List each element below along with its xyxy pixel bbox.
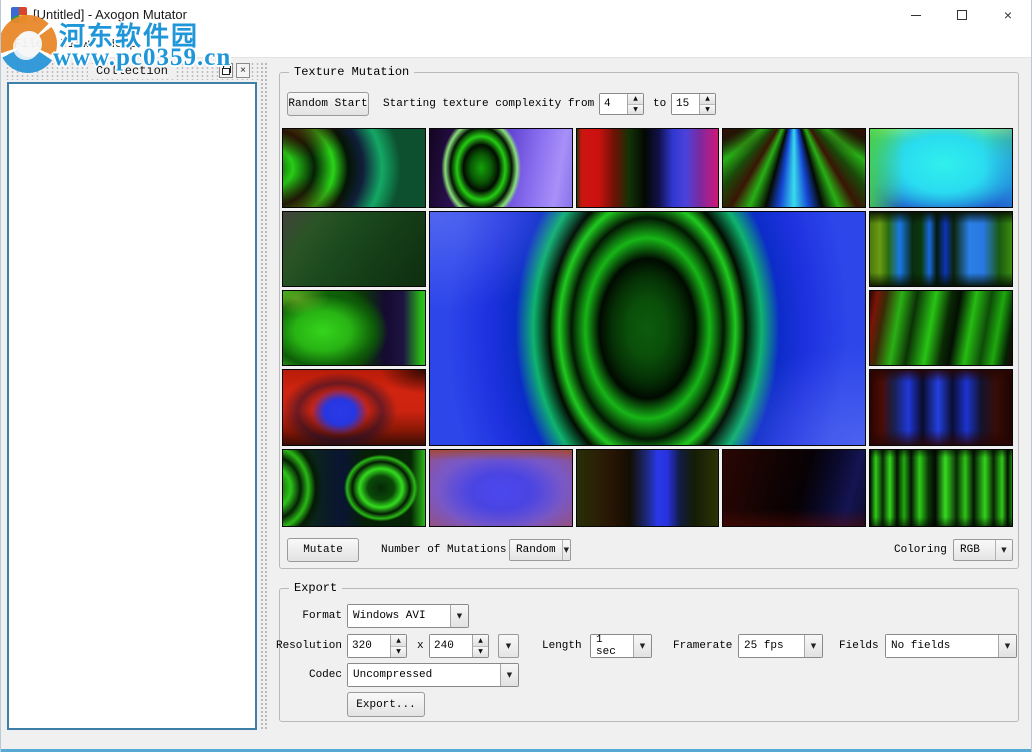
complexity-from-input[interactable]: [600, 94, 627, 114]
close-button[interactable]: ×: [985, 0, 1031, 30]
mutations-label: Number of Mutations: [381, 544, 506, 556]
spin-up-icon[interactable]: ▲: [628, 94, 643, 104]
texture-grid: [282, 128, 1013, 527]
minimize-button[interactable]: [893, 0, 939, 30]
collection-list[interactable]: [7, 82, 257, 730]
minimize-icon: [911, 15, 921, 16]
dropdown-icon: ▼: [562, 540, 570, 560]
float-icon: [222, 66, 231, 75]
complexity-to-input[interactable]: [672, 94, 699, 114]
codec-label: Codec: [272, 669, 342, 681]
texture-tile-bottom-2[interactable]: [429, 449, 573, 527]
texture-tile-center[interactable]: [429, 211, 866, 446]
resolution-width-spinbox[interactable]: ▲▼: [347, 634, 407, 658]
complexity-label: Starting texture complexity from: [383, 98, 594, 110]
menu-file[interactable]: File: [5, 37, 52, 51]
texture-tile-right-2[interactable]: [869, 290, 1013, 366]
app-icon: [11, 7, 27, 23]
texture-tile-top-1[interactable]: [282, 128, 426, 208]
dropdown-icon: ▼: [995, 540, 1012, 560]
dock-splitter[interactable]: [260, 62, 267, 731]
texture-tile-bottom-3[interactable]: [576, 449, 720, 527]
dock-float-button[interactable]: [219, 63, 233, 78]
maximize-button[interactable]: [939, 0, 985, 30]
fields-label: Fields: [839, 640, 879, 652]
dropdown-icon: ▼: [998, 635, 1016, 657]
spin-down-icon[interactable]: ▼: [391, 646, 406, 658]
spin-down-icon[interactable]: ▼: [473, 646, 488, 658]
mutations-value: Random: [510, 540, 562, 560]
framerate-combobox[interactable]: 25 fps ▼: [738, 634, 823, 658]
texture-tile-bottom-4[interactable]: [722, 449, 866, 527]
app-window: [Untitled] - Axogon Mutator × File View …: [0, 0, 1032, 752]
window-title: [Untitled] - Axogon Mutator: [33, 7, 187, 22]
menu-view[interactable]: View: [52, 37, 99, 51]
title-bar[interactable]: [Untitled] - Axogon Mutator ×: [1, 0, 1031, 30]
texture-tile-right-3[interactable]: [869, 369, 1013, 446]
complexity-to-spinbox[interactable]: ▲▼: [671, 93, 716, 115]
spin-down-icon[interactable]: ▼: [628, 104, 643, 115]
dropdown-icon: ▼: [633, 635, 651, 657]
mutate-button[interactable]: Mutate: [287, 538, 359, 562]
menu-bar: File View Help: [1, 30, 1031, 58]
close-icon: ×: [1004, 7, 1012, 23]
codec-value: Uncompressed: [348, 664, 500, 686]
menu-help[interactable]: Help: [99, 37, 146, 51]
texture-mutation-group-title: Texture Mutation: [289, 65, 414, 79]
length-value: 1 sec: [591, 635, 633, 657]
texture-tile-top-3[interactable]: [576, 128, 720, 208]
dropdown-icon: ▼: [804, 635, 822, 657]
texture-tile-top-2[interactable]: [429, 128, 573, 208]
export-group-title: Export: [289, 581, 342, 595]
dropdown-icon: ▼: [450, 605, 468, 627]
dock-close-icon: ×: [240, 65, 246, 76]
spin-up-icon[interactable]: ▲: [473, 635, 488, 646]
spin-down-icon[interactable]: ▼: [700, 104, 715, 115]
texture-tile-bottom-5[interactable]: [869, 449, 1013, 527]
export-button[interactable]: Export...: [347, 692, 425, 717]
resolution-height-input[interactable]: [430, 635, 472, 657]
length-combobox[interactable]: 1 sec ▼: [590, 634, 652, 658]
dropdown-icon: ▼: [500, 664, 518, 686]
framerate-label: Framerate: [673, 640, 732, 652]
resolution-height-spinbox[interactable]: ▲▼: [429, 634, 489, 658]
texture-tile-bottom-1[interactable]: [282, 449, 426, 527]
mutations-combobox[interactable]: Random ▼: [509, 539, 571, 561]
fields-combobox[interactable]: No fields ▼: [885, 634, 1017, 658]
complexity-from-spinbox[interactable]: ▲▼: [599, 93, 644, 115]
maximize-icon: [957, 10, 967, 20]
spin-up-icon[interactable]: ▲: [700, 94, 715, 104]
fields-value: No fields: [886, 635, 998, 657]
framerate-value: 25 fps: [739, 635, 804, 657]
format-label: Format: [272, 610, 342, 622]
dock-close-button[interactable]: ×: [236, 63, 250, 78]
collection-dock-titlebar[interactable]: Collection ×: [5, 62, 259, 80]
codec-combobox[interactable]: Uncompressed ▼: [347, 663, 519, 687]
random-start-button[interactable]: Random Start: [287, 92, 369, 116]
resolution-label: Resolution: [272, 640, 342, 652]
texture-tile-right-1[interactable]: [869, 211, 1013, 287]
texture-tile-left-2[interactable]: [282, 290, 426, 366]
texture-tile-left-1[interactable]: [282, 211, 426, 287]
texture-tile-top-4[interactable]: [722, 128, 866, 208]
coloring-value: RGB: [954, 540, 995, 560]
format-value: Windows AVI: [348, 605, 450, 627]
length-label: Length: [542, 640, 582, 652]
resolution-width-input[interactable]: [348, 635, 390, 657]
resolution-x-label: x: [417, 640, 424, 652]
to-label: to: [653, 98, 666, 110]
collection-dock-title: Collection: [88, 64, 176, 78]
texture-tile-left-3[interactable]: [282, 369, 426, 446]
coloring-label: Coloring: [894, 544, 947, 556]
dropdown-icon: ▼: [499, 635, 518, 657]
format-combobox[interactable]: Windows AVI ▼: [347, 604, 469, 628]
texture-tile-top-5[interactable]: [869, 128, 1013, 208]
spin-up-icon[interactable]: ▲: [391, 635, 406, 646]
coloring-combobox[interactable]: RGB ▼: [953, 539, 1013, 561]
resolution-preset-button[interactable]: ▼: [498, 634, 519, 658]
